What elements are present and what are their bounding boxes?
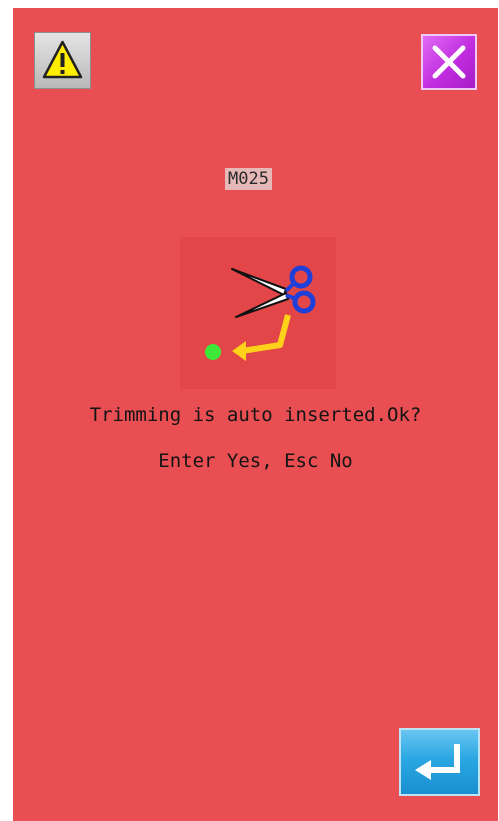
alert-screen: M025 Trimming is auto inserted.Ok? Enter… (13, 8, 498, 821)
prompt-message: Trimming is auto inserted.Ok? (89, 404, 422, 426)
enter-icon (415, 744, 460, 780)
warning-icon (42, 40, 83, 79)
scissors-trim-icon (205, 265, 316, 361)
trim-illustration (180, 237, 336, 389)
close-icon (432, 45, 466, 79)
prompt-instructions: Enter Yes, Esc No (158, 450, 353, 472)
enter-button[interactable] (399, 728, 480, 796)
warning-button[interactable] (34, 32, 91, 89)
close-button[interactable] (421, 34, 477, 90)
message-code: M025 (225, 168, 272, 190)
